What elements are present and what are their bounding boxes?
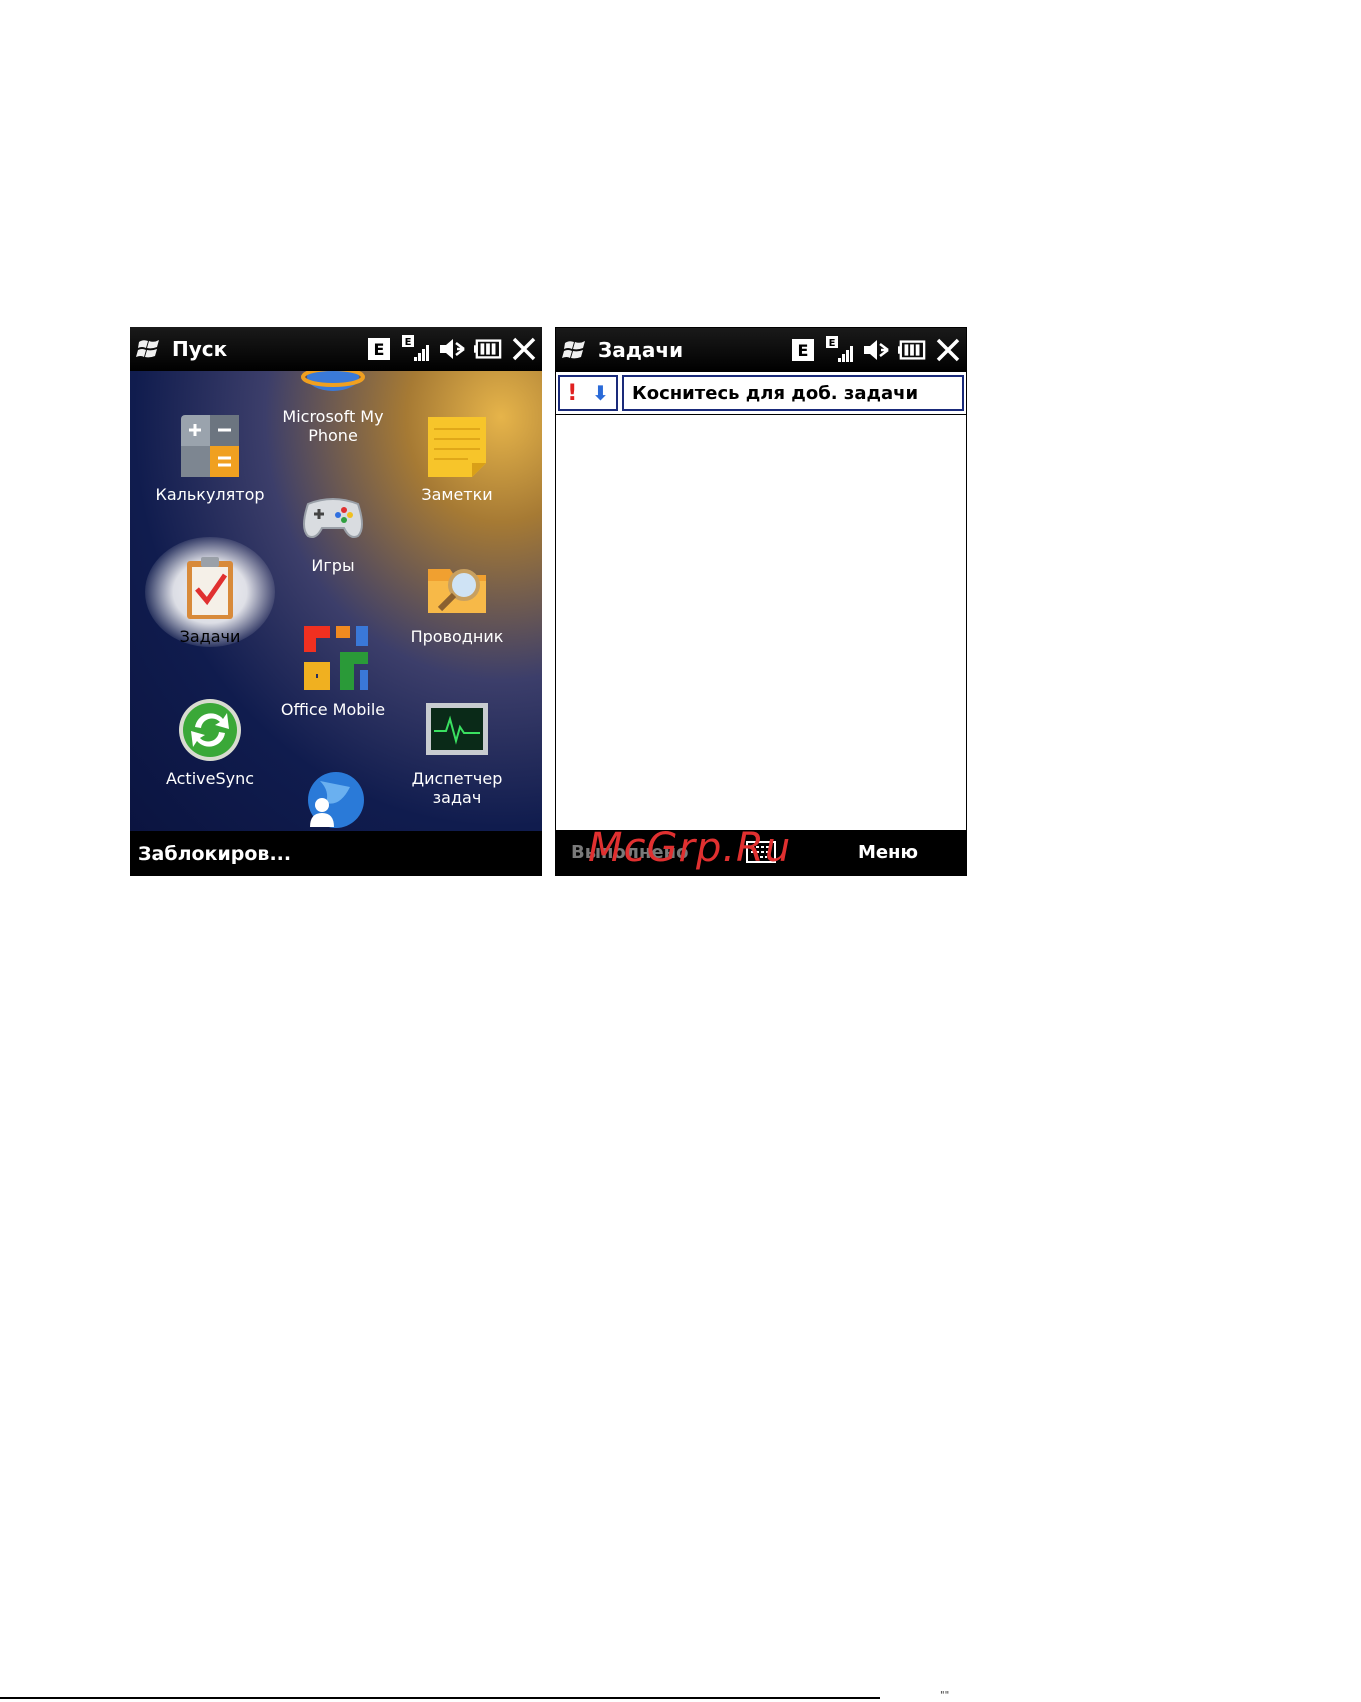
new-task-input[interactable]: Коснитесь для доб. задачи [622,375,964,411]
tile-notes[interactable]: Заметки [392,413,522,504]
tile-calculator[interactable]: Калькулятор [145,413,275,504]
tile-my-phone[interactable]: Microsoft My Phone [268,371,398,445]
speaker-muted-icon[interactable] [862,336,890,364]
tile-tasks[interactable]: Задачи [145,555,275,646]
tile-activesync[interactable]: ActiveSync [145,697,275,788]
close-icon[interactable] [934,336,962,364]
gamepad-icon [300,484,366,550]
title-bar: Пуск E E [130,327,542,371]
edge-network-icon[interactable]: E [366,335,394,363]
svg-text:E: E [405,337,412,348]
globe-contact-icon [300,767,366,831]
edge-network-icon[interactable]: E [790,336,818,364]
tile-label: Проводник [410,627,504,646]
office-logo-icon [300,622,368,694]
battery-icon[interactable] [898,336,926,364]
tile-label: Office Mobile [280,700,386,719]
page-footer-mark: "" [940,1690,950,1701]
tile-label: Калькулятор [155,485,265,504]
tile-label: Заметки [421,485,493,504]
svg-text:E: E [829,338,836,349]
tile-office-mobile[interactable]: Office Mobile [268,622,398,719]
tile-label: Диспетчер задач [411,769,503,807]
task-manager-icon [424,697,490,763]
page-footer-rule [0,1697,880,1699]
tile-explorer[interactable]: Проводник [392,555,522,646]
tile-internet-sharing[interactable] [268,767,398,831]
high-priority-icon[interactable]: ! [567,381,577,406]
close-icon[interactable] [510,335,538,363]
low-priority-icon[interactable]: ⬇ [592,381,609,405]
calculator-icon [177,413,243,479]
status-icons: E E [366,335,538,363]
battery-icon[interactable] [474,335,502,363]
lock-softkey[interactable]: Заблокиров... [138,843,291,865]
softkey-bar: Заблокиров... [130,831,542,876]
tile-label: Microsoft My Phone [282,407,384,445]
signal-strength-icon[interactable]: E [826,336,854,364]
watermark: McGrp.Ru [588,825,792,871]
tile-task-manager[interactable]: Диспетчер задач [392,697,522,807]
menu-softkey[interactable]: Меню [858,842,918,863]
explorer-folder-icon [424,555,490,621]
svg-text:E: E [798,341,809,360]
start-screen: Пуск E E Microsoft My Phone Калькулятор … [130,327,542,876]
tile-label: ActiveSync [165,769,255,788]
priority-selector[interactable]: ! ⬇ [558,375,618,411]
windows-flag-icon[interactable] [562,337,590,363]
status-icons: E E [790,336,962,364]
my-phone-icon [300,371,366,393]
new-task-row: ! ⬇ Коснитесь для доб. задачи [558,375,964,411]
activesync-icon [177,697,243,763]
app-title: Пуск [172,337,228,361]
notes-icon [424,413,490,479]
tile-games[interactable]: Игры [268,484,398,575]
speaker-muted-icon[interactable] [438,335,466,363]
tasks-screen: Задачи E E ! ⬇ Коснитесь для доб. задачи [555,327,967,876]
app-title: Задачи [598,338,684,362]
task-list[interactable] [556,414,966,832]
signal-strength-icon[interactable]: E [402,335,430,363]
svg-text:E: E [374,340,385,359]
title-bar: Задачи E E [556,328,966,372]
tile-label: Игры [311,556,355,575]
tile-label: Задачи [179,627,241,646]
windows-flag-icon[interactable] [136,336,164,362]
tasks-clipboard-icon [177,555,243,621]
